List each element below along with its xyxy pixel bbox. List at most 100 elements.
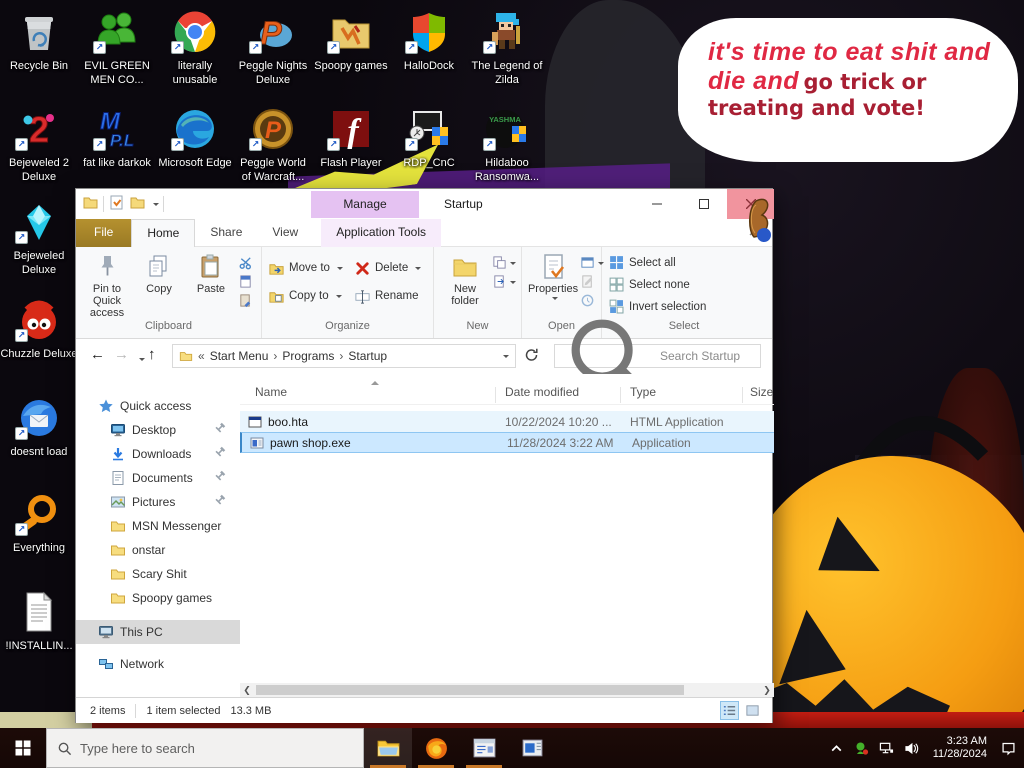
copy-button[interactable]: Copy <box>134 251 184 320</box>
column-type[interactable]: Type <box>630 385 656 399</box>
open-button[interactable] <box>580 255 604 270</box>
move-to-button[interactable]: Move to <box>268 260 352 277</box>
select-none-button[interactable]: Select none <box>608 276 762 293</box>
paste-button[interactable]: Paste <box>186 251 236 320</box>
scrollbar-thumb[interactable] <box>256 685 684 695</box>
desktop-icon-peggle-nights[interactable]: P ↗ Peggle Nights Deluxe <box>234 8 312 87</box>
taskbar-firefox[interactable] <box>412 728 460 768</box>
desktop-icon-rdp-cnc[interactable]: ↗ RDP_CnC <box>390 105 468 170</box>
cut-button[interactable] <box>238 255 253 270</box>
desktop-icon-evil-green-men[interactable]: ↗ EVIL GREEN MEN CO... <box>78 8 156 87</box>
tray-network-icon[interactable] <box>879 741 894 756</box>
desktop-icon-literally-unusable[interactable]: ↗ literally unusable <box>156 8 234 87</box>
breadcrumb-programs[interactable]: Programs <box>282 349 334 363</box>
horizontal-scrollbar[interactable]: ❮ ❯ <box>240 683 774 697</box>
taskbar-file-explorer[interactable] <box>364 728 412 768</box>
desktop-icon-microsoft-edge[interactable]: ↗ Microsoft Edge <box>156 105 234 170</box>
nav-scary-shit[interactable]: Scary Shit <box>76 562 240 586</box>
manage-contextual-tab[interactable]: Manage <box>311 191 419 218</box>
forward-button[interactable]: → <box>114 346 129 363</box>
new-item-button[interactable] <box>492 255 516 270</box>
desktop-icon-chuzzle-deluxe[interactable]: ↗ Chuzzle Deluxe <box>0 296 78 361</box>
file-row-boo-hta[interactable]: boo.hta 10/22/2024 10:20 ... HTML Applic… <box>240 411 774 432</box>
column-divider[interactable] <box>495 387 496 403</box>
new-folder-button[interactable]: New folder <box>440 251 490 320</box>
nav-documents[interactable]: Documents <box>76 466 240 490</box>
refresh-icon[interactable] <box>524 347 540 363</box>
desktop-icon-doesnt-load[interactable]: ↗ doesnt load <box>0 394 78 459</box>
details-view-button[interactable] <box>720 701 739 720</box>
tray-messenger-icon[interactable] <box>854 741 869 756</box>
tab-application-tools[interactable]: Application Tools <box>321 219 442 247</box>
pin-to-quick-access-button[interactable]: Pin to Quick access <box>82 251 132 320</box>
taskbar-search-input[interactable] <box>80 740 353 756</box>
nav-this-pc[interactable]: This PC <box>76 620 240 644</box>
nav-quick-access[interactable]: Quick access <box>76 394 240 418</box>
desktop-icon-recycle-bin[interactable]: Recycle Bin <box>0 8 78 73</box>
qat-folder-icon[interactable] <box>82 194 99 214</box>
nav-spoopy-games[interactable]: Spoopy games <box>76 586 240 610</box>
column-divider[interactable] <box>620 387 621 403</box>
start-button[interactable] <box>0 728 46 768</box>
nav-onstar[interactable]: onstar <box>76 538 240 562</box>
tab-home[interactable]: Home <box>131 219 196 247</box>
history-button[interactable] <box>580 293 604 308</box>
file-row-pawn-shop-exe[interactable]: pawn shop.exe 11/28/2024 3:22 AM Applica… <box>240 432 774 453</box>
explorer-search-input[interactable] <box>660 349 754 363</box>
desktop-icon-bejeweled-deluxe[interactable]: ↗ Bejeweled Deluxe <box>0 198 78 277</box>
qat-properties-icon[interactable] <box>108 194 125 214</box>
desktop-icon-hildaboo[interactable]: YASHMA ↗ Hildaboo Ransomwa... <box>468 105 546 184</box>
taskbar-search[interactable] <box>46 728 364 768</box>
column-divider[interactable] <box>742 387 743 403</box>
taskbar-window-app[interactable] <box>508 728 556 768</box>
scroll-left-icon[interactable]: ❮ <box>240 683 254 697</box>
desktop-icon-spoopy-games[interactable]: ↗ Spoopy games <box>312 8 390 73</box>
desktop-icon-hallodock[interactable]: ↗ HalloDock <box>390 8 468 73</box>
tab-view[interactable]: View <box>257 219 313 247</box>
breadcrumb-startup[interactable]: Startup <box>348 349 387 363</box>
desktop-icon-fat-like-darkok[interactable]: M P.L ↗ fat like darkok <box>78 105 156 170</box>
copy-path-button[interactable] <box>238 274 253 289</box>
nav-network[interactable]: Network <box>76 652 240 676</box>
tab-share[interactable]: Share <box>195 219 257 247</box>
up-button[interactable]: ↑ <box>148 346 156 363</box>
back-button[interactable]: ← <box>90 346 105 363</box>
taskbar-hta-app[interactable] <box>460 728 508 768</box>
tray-volume-icon[interactable] <box>904 741 919 756</box>
qat-dropdown-icon[interactable] <box>153 203 159 209</box>
address-dropdown-icon[interactable] <box>503 355 509 361</box>
tray-chevron-icon[interactable] <box>829 741 844 756</box>
delete-button[interactable]: Delete <box>354 260 438 277</box>
explorer-search[interactable] <box>554 319 761 398</box>
column-date-modified[interactable]: Date modified <box>505 385 579 399</box>
maximize-button[interactable] <box>680 189 727 219</box>
desktop-icon-legend-of-zilda[interactable]: ↗ The Legend of Zilda <box>468 8 546 87</box>
easy-access-button[interactable] <box>492 274 516 289</box>
tab-file[interactable]: File <box>76 219 132 247</box>
column-name[interactable]: Name <box>255 385 287 399</box>
desktop-icon-bejeweled-2[interactable]: 2 ↗ Bejeweled 2 Deluxe <box>0 105 78 184</box>
scroll-right-icon[interactable]: ❯ <box>760 683 774 697</box>
recent-locations-icon[interactable] <box>139 358 145 364</box>
copy-to-button[interactable]: Copy to <box>268 288 352 305</box>
desktop-icon-peggle-wow[interactable]: P ↗ Peggle World of Warcraft... <box>234 105 312 184</box>
desktop-icon-flash-player[interactable]: f ↗ Flash Player <box>312 105 390 170</box>
qat-new-folder-icon[interactable] <box>129 194 146 214</box>
nav-pictures[interactable]: Pictures <box>76 490 240 514</box>
column-size[interactable]: Size <box>750 385 773 399</box>
address-bar[interactable]: « Start Menu › Programs › Startup <box>172 344 516 368</box>
breadcrumb-start-menu[interactable]: Start Menu <box>210 349 269 363</box>
desktop-icon-installing[interactable]: !INSTALLIN... <box>0 588 78 653</box>
select-all-button[interactable]: Select all <box>608 254 762 271</box>
desktop-icon-everything[interactable]: ↗ Everything <box>0 490 78 555</box>
taskbar-clock[interactable]: 3:23 AM 11/28/2024 <box>929 735 991 761</box>
minimize-button[interactable] <box>633 189 680 219</box>
rename-button[interactable]: Rename <box>354 288 438 305</box>
thumbnail-view-button[interactable] <box>743 701 762 720</box>
edit-button[interactable] <box>580 274 604 289</box>
action-center-icon[interactable] <box>1001 741 1016 756</box>
nav-msn-messenger[interactable]: MSN Messenger <box>76 514 240 538</box>
paste-shortcut-button[interactable] <box>238 293 253 308</box>
nav-desktop[interactable]: Desktop <box>76 418 240 442</box>
nav-downloads[interactable]: Downloads <box>76 442 240 466</box>
